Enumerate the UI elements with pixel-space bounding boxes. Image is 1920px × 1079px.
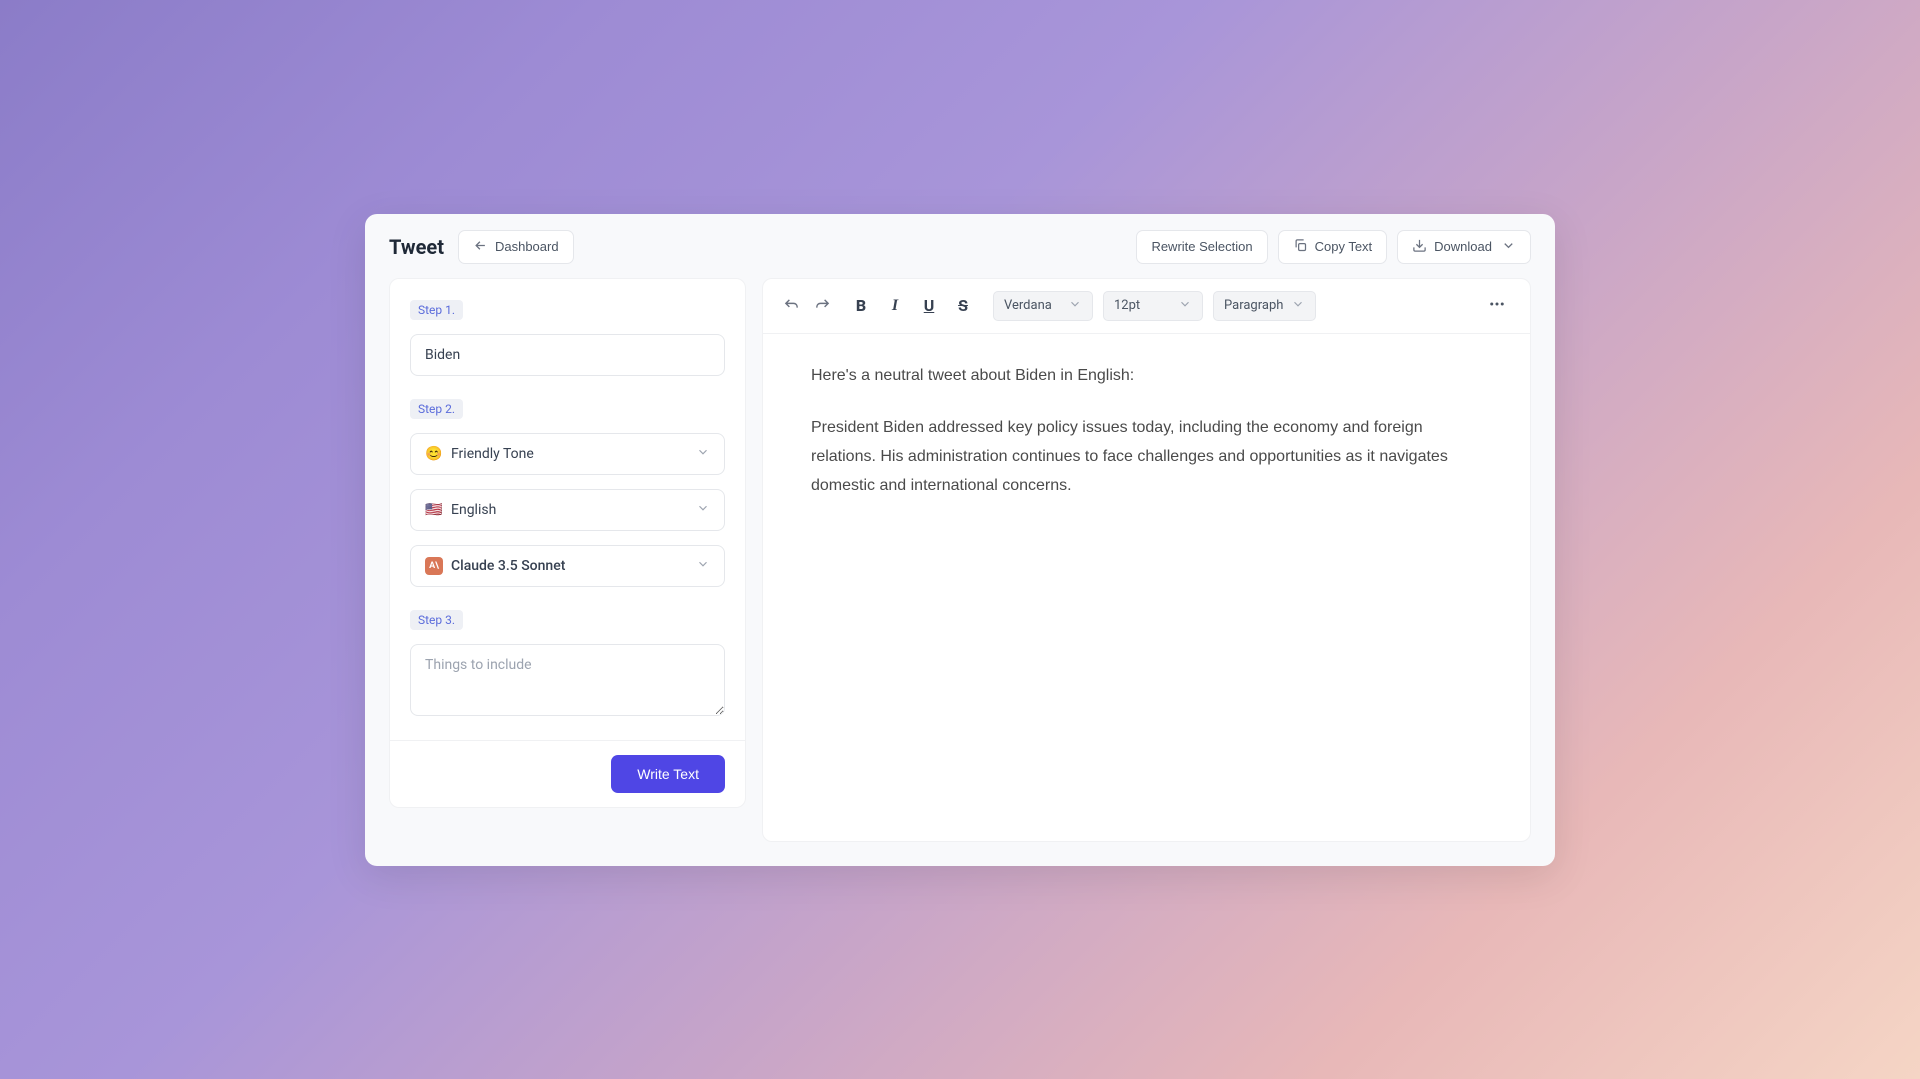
font-label: Verdana <box>1004 298 1052 313</box>
page-title: Tweet <box>389 235 444 259</box>
chevron-down-icon <box>696 445 710 463</box>
chevron-down-icon <box>1178 297 1192 315</box>
app-window: Tweet Dashboard Rewrite Selection Copy T… <box>365 214 1555 866</box>
step-2-badge: Step 2. <box>410 399 463 419</box>
smile-icon: 😊 <box>425 445 443 463</box>
block-format-select[interactable]: Paragraph <box>1213 291 1316 321</box>
redo-icon[interactable] <box>814 297 831 314</box>
dashboard-button[interactable]: Dashboard <box>458 230 574 264</box>
anthropic-icon: A\ <box>425 557 443 575</box>
step-3-group: Step 3. <box>410 609 725 720</box>
dropdown-group: Verdana 12pt Paragraph <box>993 291 1316 321</box>
font-select[interactable]: Verdana <box>993 291 1093 321</box>
form-card: Step 1. Step 2. 😊 Friendly Tone <box>389 278 746 741</box>
download-icon <box>1412 238 1427 256</box>
left-panel: Step 1. Step 2. 😊 Friendly Tone <box>389 278 746 842</box>
editor-content[interactable]: Here's a neutral tweet about Biden in En… <box>763 334 1530 553</box>
underline-button[interactable]: U <box>919 296 939 316</box>
write-row: Write Text <box>389 741 746 808</box>
history-group <box>783 297 831 314</box>
arrow-left-icon <box>473 238 488 256</box>
editor-toolbar: B I U S Verdana 12pt Paragraph <box>763 279 1530 334</box>
rewrite-label: Rewrite Selection <box>1151 239 1252 254</box>
block-label: Paragraph <box>1224 298 1283 313</box>
chevron-down-icon <box>1499 238 1516 256</box>
download-label: Download <box>1434 239 1492 254</box>
include-textarea[interactable] <box>410 644 725 716</box>
rewrite-selection-button[interactable]: Rewrite Selection <box>1136 230 1267 264</box>
format-group: B I U S <box>851 296 973 316</box>
selects-stack: 😊 Friendly Tone 🇺🇸 English A\ <box>410 433 725 587</box>
form-card-wrap: Step 1. Step 2. 😊 Friendly Tone <box>389 278 746 808</box>
dashboard-label: Dashboard <box>495 239 559 254</box>
language-label: English <box>451 502 496 518</box>
step-2-group: Step 2. 😊 Friendly Tone 🇺🇸 English <box>410 398 725 587</box>
undo-icon[interactable] <box>783 297 800 314</box>
language-select[interactable]: 🇺🇸 English <box>410 489 725 531</box>
copy-text-button[interactable]: Copy Text <box>1278 230 1388 264</box>
topic-input[interactable] <box>410 334 725 376</box>
copy-label: Copy Text <box>1315 239 1373 254</box>
editor-intro: Here's a neutral tweet about Biden in En… <box>811 362 1482 391</box>
italic-button[interactable]: I <box>885 296 905 316</box>
model-select[interactable]: A\ Claude 3.5 Sonnet <box>410 545 725 587</box>
more-icon[interactable] <box>1484 291 1510 321</box>
step-3-badge: Step 3. <box>410 610 463 630</box>
bold-button[interactable]: B <box>851 296 871 316</box>
strikethrough-button[interactable]: S <box>953 296 973 316</box>
header: Tweet Dashboard Rewrite Selection Copy T… <box>365 214 1555 278</box>
content: Step 1. Step 2. 😊 Friendly Tone <box>365 278 1555 866</box>
editor-body: President Biden addressed key policy iss… <box>811 414 1482 500</box>
chevron-down-icon <box>1068 297 1082 315</box>
copy-icon <box>1293 238 1308 256</box>
flag-icon: 🇺🇸 <box>425 501 443 519</box>
write-text-button[interactable]: Write Text <box>611 755 725 793</box>
header-right: Rewrite Selection Copy Text Download <box>1136 230 1531 264</box>
tone-label: Friendly Tone <box>451 446 534 462</box>
header-left: Tweet Dashboard <box>389 230 574 264</box>
chevron-down-icon <box>696 501 710 519</box>
step-1-badge: Step 1. <box>410 300 463 320</box>
chevron-down-icon <box>696 557 710 575</box>
editor-panel: B I U S Verdana 12pt Paragraph <box>762 278 1531 842</box>
font-size-label: 12pt <box>1114 298 1140 313</box>
step-1-group: Step 1. <box>410 299 725 376</box>
chevron-down-icon <box>1291 297 1305 315</box>
model-label: Claude 3.5 Sonnet <box>451 558 565 574</box>
font-size-select[interactable]: 12pt <box>1103 291 1203 321</box>
tone-select[interactable]: 😊 Friendly Tone <box>410 433 725 475</box>
download-button[interactable]: Download <box>1397 230 1531 264</box>
